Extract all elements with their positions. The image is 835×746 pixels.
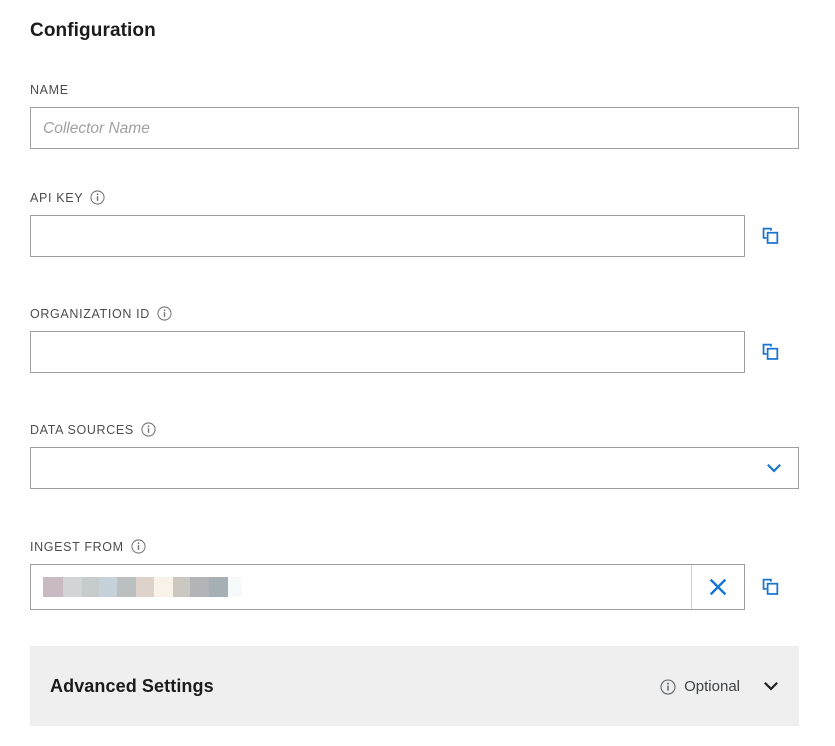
data-sources-select[interactable] [30,447,799,489]
clear-ingest-from-button[interactable] [691,565,744,609]
api-key-input[interactable] [30,215,745,257]
ingest-from-input-row [30,564,785,610]
field-ingest-from: INGEST FROM [30,539,785,610]
redacted-value [43,577,242,597]
label-ingest-from: INGEST FROM [30,539,785,554]
close-icon [709,578,727,596]
field-label-text: DATA SOURCES [30,422,134,437]
copy-ingest-from-button[interactable] [755,572,785,602]
label-api-key: API KEY [30,190,785,205]
chevron-down-icon[interactable] [764,458,784,478]
copy-icon [762,578,779,595]
field-label-text: API KEY [30,190,84,205]
name-input-row [30,107,799,149]
label-name: NAME [30,82,799,97]
field-data-sources: DATA SOURCES [30,422,799,489]
advanced-settings-meta: Optional [660,676,781,696]
field-organization-id: ORGANIZATION ID [30,306,785,373]
ingest-from-input[interactable] [30,564,745,610]
api-key-input-row [30,215,785,257]
info-icon[interactable] [141,422,156,437]
chevron-down-icon[interactable] [761,676,781,696]
info-icon[interactable] [131,539,146,554]
optional-badge: Optional [684,677,740,695]
advanced-settings-title: Advanced Settings [50,675,214,696]
info-icon[interactable] [157,306,172,321]
configuration-panel: Configuration NAME API KEY [0,0,835,746]
label-data-sources: DATA SOURCES [30,422,799,437]
organization-id-input-row [30,331,785,373]
page-title: Configuration [30,20,156,41]
label-organization-id: ORGANIZATION ID [30,306,785,321]
copy-organization-id-button[interactable] [755,337,785,367]
field-name: NAME [30,82,799,149]
collector-name-input[interactable] [30,107,799,149]
copy-icon [762,227,779,244]
copy-icon [762,343,779,360]
advanced-settings-section[interactable]: Advanced Settings Optional [30,646,799,726]
field-label-text: NAME [30,82,69,97]
field-label-text: ORGANIZATION ID [30,306,150,321]
field-label-text: INGEST FROM [30,539,124,554]
info-icon[interactable] [90,190,105,205]
organization-id-input[interactable] [30,331,745,373]
field-api-key: API KEY [30,190,785,257]
copy-api-key-button[interactable] [755,221,785,251]
info-icon[interactable] [660,678,676,695]
